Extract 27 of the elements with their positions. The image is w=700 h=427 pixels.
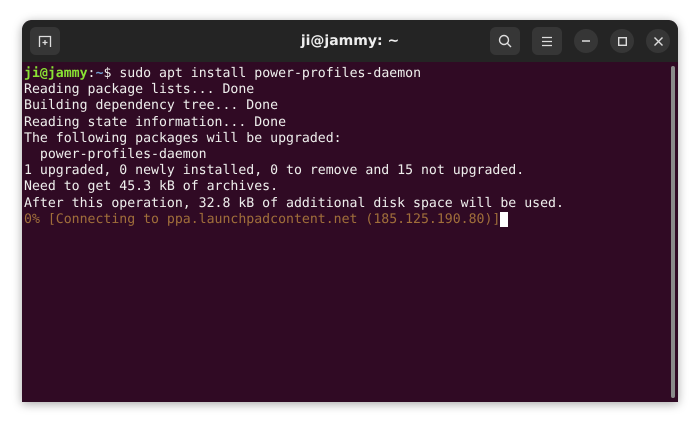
- menu-icon: [541, 36, 553, 46]
- output-line: Building dependency tree... Done: [24, 98, 278, 115]
- close-button[interactable]: [646, 29, 670, 53]
- maximize-icon: [618, 36, 626, 46]
- output-line: Reading package lists... Done: [24, 82, 254, 98]
- prompt-user-host: ji@jammy: [24, 66, 88, 82]
- close-icon: [654, 36, 662, 46]
- search-button[interactable]: [490, 27, 520, 55]
- minimize-button[interactable]: [574, 29, 598, 53]
- prompt-path: ~: [95, 66, 104, 82]
- output-line: Reading state information... Done: [24, 114, 286, 131]
- new-tab-button[interactable]: [30, 27, 60, 55]
- output-line: power-profiles-daemon: [38, 146, 207, 164]
- new-tab-icon: [38, 34, 52, 48]
- scrollbar[interactable]: [671, 66, 675, 398]
- command-text: $ sudo apt install power-profiles-daemon: [103, 66, 422, 82]
- maximize-button[interactable]: [610, 29, 634, 53]
- output-line: The following packages will be upgraded:: [24, 130, 342, 147]
- output-line: After this operation, 32.8 kB of additional disk space will be used.: [24, 196, 564, 212]
- output-line: Need to get 45.3 kB of archives.: [24, 179, 278, 196]
- minimize-icon: [582, 40, 590, 42]
- progress-line: 0% [Connecting to ppa.launchpadcontent.net (185.125.190.80)]: [24, 212, 500, 228]
- search-icon: [498, 34, 512, 48]
- prompt-separator: :: [88, 66, 96, 82]
- output-line: 1 upgraded, 0 newly installed, 0 to remove and 15 not upgraded.: [24, 163, 524, 180]
- window-title: ji@jammy: ~: [300, 33, 400, 49]
- menu-button[interactable]: [532, 27, 562, 55]
